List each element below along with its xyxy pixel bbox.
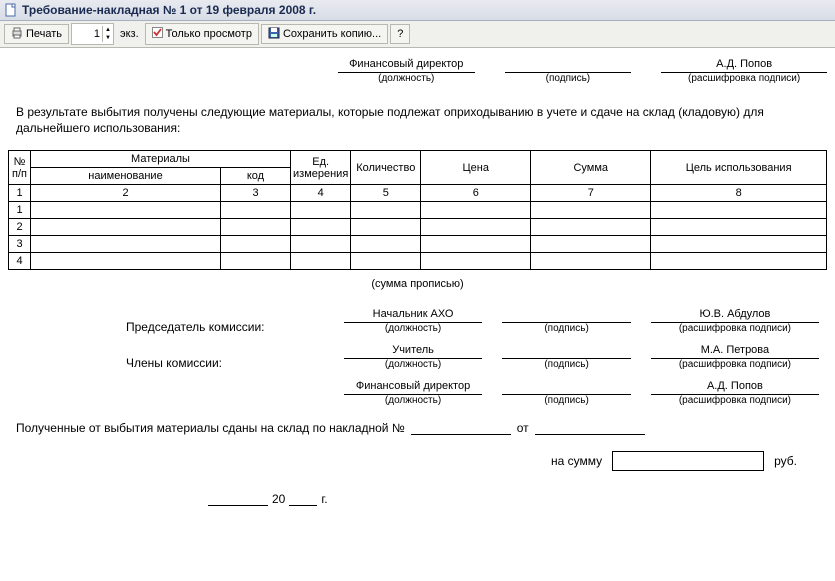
year-suffix: г.	[321, 492, 327, 506]
th-unit: Ед. измерения	[291, 151, 351, 185]
top-position-block: Финансовый директор (должность)	[338, 58, 475, 84]
received-line: Полученные от выбытия материалы сданы на…	[16, 420, 819, 435]
rub-label: руб.	[774, 454, 797, 468]
materials-table: № п/п Материалы Ед. измерения Количество…	[8, 150, 827, 270]
top-sign-caption: (подпись)	[546, 73, 590, 84]
received-text: Полученные от выбытия материалы сданы на…	[16, 421, 405, 435]
spin-down-icon[interactable]: ▼	[103, 34, 113, 42]
amount-row: на сумму руб.	[8, 451, 797, 471]
amount-box	[612, 451, 764, 471]
top-name-value: А.Д. Попов	[716, 58, 772, 72]
view-only-label: Только просмотр	[166, 28, 252, 40]
help-button[interactable]: ?	[390, 24, 410, 44]
top-position-value: Финансовый директор	[349, 58, 463, 72]
toolbar: Печать ▲ ▼ экз. Только просмотр Сохранит…	[0, 21, 835, 48]
print-label: Печать	[26, 28, 62, 40]
save-copy-label: Сохранить копию...	[283, 28, 381, 40]
table-row: 3	[9, 236, 827, 253]
window-title: Требование-накладная № 1 от 19 февраля 2…	[22, 3, 316, 17]
copies-spinner[interactable]: ▲ ▼	[71, 23, 114, 45]
commission-block: Председатель комиссии: Начальник АХО (до…	[16, 308, 819, 406]
amount-label: на сумму	[551, 454, 602, 468]
document-area: Финансовый директор (должность) (подпись…	[0, 48, 835, 526]
view-only-toggle[interactable]: Только просмотр	[145, 23, 259, 45]
intro-paragraph: В результате выбытия получены следующие …	[16, 104, 819, 136]
top-sign-block: (подпись)	[505, 58, 632, 84]
spin-up-icon[interactable]: ▲	[103, 26, 113, 34]
save-copy-button[interactable]: Сохранить копию...	[261, 24, 388, 44]
top-name-block: А.Д. Попов (расшифровка подписи)	[661, 58, 827, 84]
commission-row-chair: Председатель комиссии: Начальник АХО (до…	[16, 308, 819, 334]
commission-row-member: Финансовый директор (должность) (подпись…	[16, 380, 819, 406]
invoice-date-field	[535, 420, 645, 435]
table-row: 1	[9, 202, 827, 219]
print-button[interactable]: Печать	[4, 24, 69, 44]
table-row: 4	[9, 253, 827, 270]
numrow-4: 4	[291, 185, 351, 202]
top-name-caption: (расшифровка подписи)	[688, 73, 800, 84]
th-name: наименование	[31, 168, 221, 185]
top-signature-row: Финансовый директор (должность) (подпись…	[8, 58, 827, 84]
numrow-2: 2	[31, 185, 221, 202]
date-day-field	[208, 491, 268, 506]
materials-tbody: 1 2 3 4	[9, 202, 827, 270]
th-sum: Сумма	[531, 151, 651, 185]
titlebar: Требование-накладная № 1 от 19 февраля 2…	[0, 0, 835, 21]
numrow-7: 7	[531, 185, 651, 202]
printer-icon	[11, 27, 23, 42]
ot-label: от	[517, 421, 529, 435]
copies-unit-label: экз.	[116, 28, 143, 40]
th-qty: Количество	[351, 151, 421, 185]
floppy-icon	[268, 27, 280, 42]
chair-label: Председатель комиссии:	[16, 320, 324, 334]
numrow-5: 5	[351, 185, 421, 202]
help-icon: ?	[397, 28, 403, 40]
sum-in-words-caption: (сумма прописью)	[8, 278, 827, 290]
date-row: 20 г.	[208, 491, 827, 506]
copies-input[interactable]	[72, 28, 102, 40]
document-icon	[4, 3, 18, 17]
year-prefix: 20	[272, 492, 285, 506]
numrow-3: 3	[221, 185, 291, 202]
numrow-8: 8	[651, 185, 827, 202]
th-np: № п/п	[9, 151, 31, 185]
th-purpose: Цель использования	[651, 151, 827, 185]
numrow-1: 1	[9, 185, 31, 202]
date-year-field	[289, 491, 317, 506]
top-position-caption: (должность)	[378, 73, 434, 84]
table-row: 2	[9, 219, 827, 236]
th-materials: Материалы	[31, 151, 291, 168]
checkbox-icon	[152, 27, 163, 41]
members-label: Члены комиссии:	[16, 356, 324, 370]
th-price: Цена	[421, 151, 531, 185]
commission-row-member: Члены комиссии: Учитель (должность) (под…	[16, 344, 819, 370]
numrow-6: 6	[421, 185, 531, 202]
th-code: код	[221, 168, 291, 185]
invoice-no-field	[411, 420, 511, 435]
